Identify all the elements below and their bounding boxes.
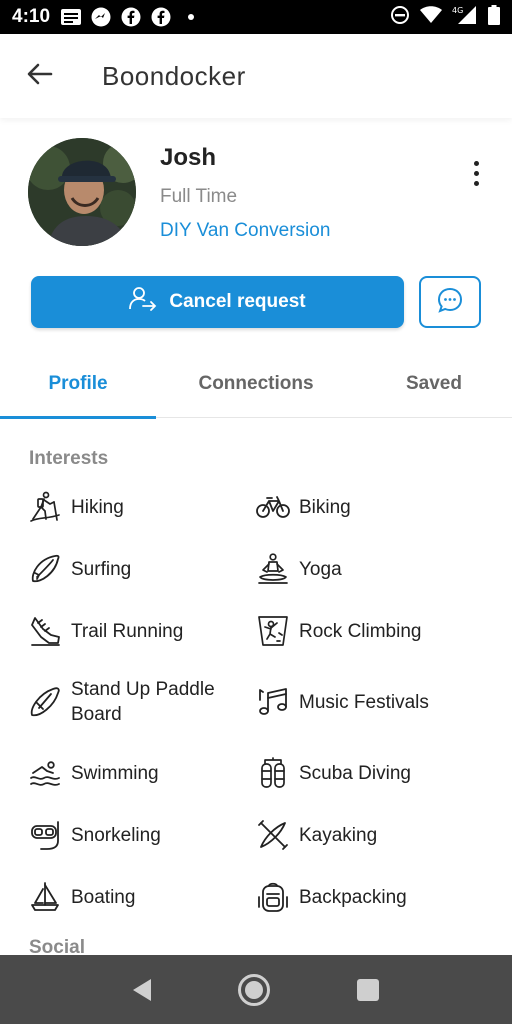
trail-running-icon [28,614,62,648]
music-notes-icon [256,685,290,719]
interests-heading: Interests [29,448,109,469]
snorkel-mask-icon [28,818,62,852]
profile-status: Full Time [160,186,238,207]
tab-saved[interactable]: Saved [356,350,512,418]
profile-name: Josh [160,144,217,171]
more-options-button[interactable] [466,158,486,188]
paddle-board-icon [28,685,62,719]
kayak-icon [256,818,290,852]
wifi-icon [420,6,442,28]
profile-header: Josh Full Time DIY Van Conversion [28,138,512,250]
user-arrow-icon [129,286,157,318]
scuba-tank-icon [256,756,290,790]
list-item: Stand Up Paddle Board [28,662,256,742]
list-item: Hiking [28,476,256,538]
swimming-icon [28,756,62,790]
list-item: Scuba Diving [256,742,484,804]
facebook-notification-icon [120,6,142,28]
message-button[interactable] [419,276,481,328]
profile-actions: Cancel request [31,276,481,328]
chat-bubble-icon [436,286,464,318]
list-item: Music Festivals [256,662,484,742]
news-notification-icon [60,6,82,28]
cancel-request-button[interactable]: Cancel request [31,276,404,328]
tab-profile[interactable]: Profile [0,350,156,419]
list-item: Biking [256,476,484,538]
nav-home-icon[interactable] [237,973,270,1006]
do-not-disturb-icon [390,5,410,29]
tab-connections[interactable]: Connections [156,350,356,418]
battery-icon [488,5,500,29]
backpack-icon [256,880,290,914]
list-item: Yoga [256,538,484,600]
signal-4g-icon: 4G [452,5,478,29]
surfboard-icon [28,552,62,586]
list-item: Kayaking [256,804,484,866]
profile-link[interactable]: DIY Van Conversion [160,220,330,242]
list-item: Surfing [28,538,256,600]
status-bar: 4:10 4G [0,0,512,34]
nav-back-icon[interactable] [133,978,152,1001]
list-item: Rock Climbing [256,600,484,662]
interests-list: Hiking Biking Surfing Yoga Trail Running… [28,476,498,928]
svg-text:4G: 4G [452,6,463,15]
list-item: Snorkeling [28,804,256,866]
back-button[interactable] [0,34,80,118]
dot-icon [180,6,202,28]
list-item: Trail Running [28,600,256,662]
app-title: Boondocker [102,60,246,91]
app-bar: Boondocker [0,34,512,118]
list-item: Swimming [28,742,256,804]
bike-icon [256,490,290,524]
status-time: 4:10 [12,6,51,27]
arrow-left-icon [27,63,53,89]
cancel-request-label: Cancel request [169,291,306,312]
avatar[interactable] [28,138,136,246]
more-vert-icon [473,160,479,166]
sailboat-icon [28,880,62,914]
messenger-notification-icon [90,6,112,28]
profile-tabs: Profile Connections Saved [0,350,512,419]
list-item: Backpacking [256,866,484,928]
rock-climbing-icon [256,614,290,648]
system-nav-bar [0,955,512,1024]
list-item: Boating [28,866,256,928]
hiking-icon [28,490,62,524]
nav-recents-icon[interactable] [356,978,379,1001]
yoga-icon [256,552,290,586]
facebook-notification-icon [150,6,172,28]
